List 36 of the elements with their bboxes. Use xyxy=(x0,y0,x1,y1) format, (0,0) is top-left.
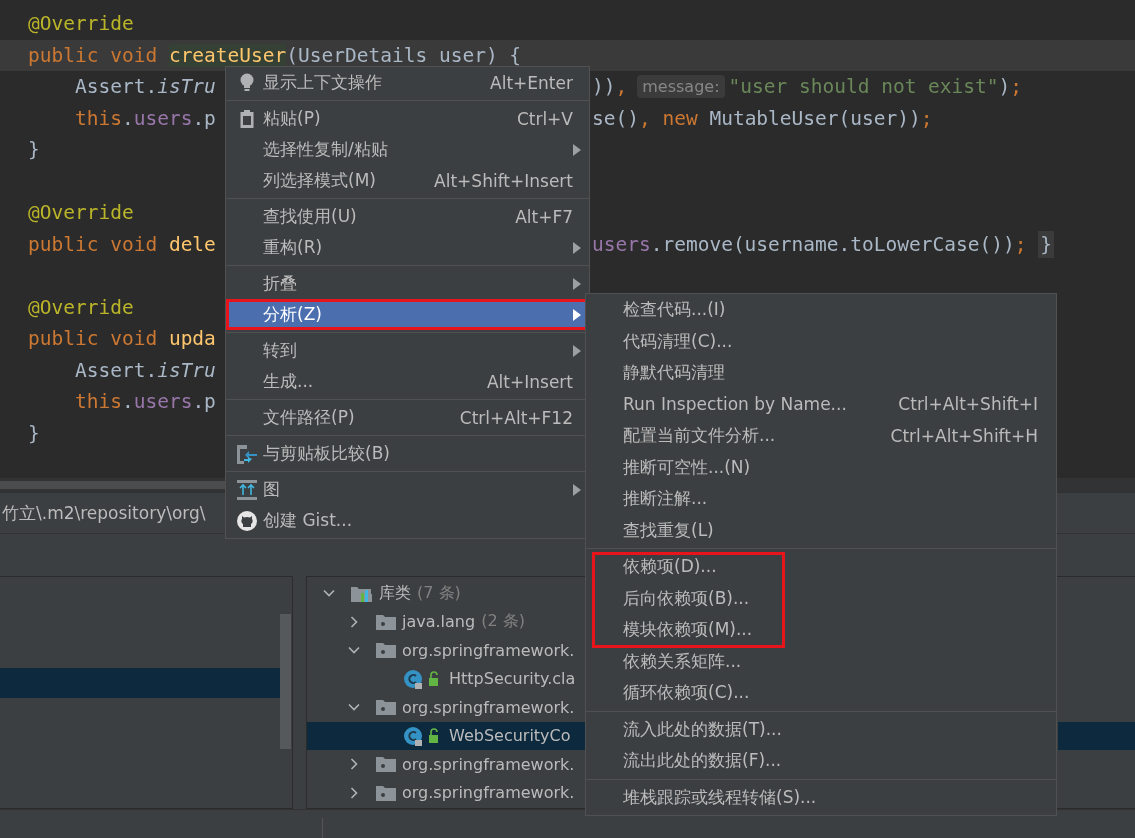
code-text: this.users.p xyxy=(73,390,216,414)
code-text: se(), new MutableUser(user)); xyxy=(592,106,933,130)
code-text: @Override xyxy=(28,295,134,319)
shortcut-label: Alt+Insert xyxy=(486,371,573,392)
tree-label: HttpSecurity.cla xyxy=(449,669,576,689)
shortcut-label: Alt+Shift+Insert xyxy=(434,170,573,191)
shortcut-label: Ctrl+Alt+Shift+H xyxy=(890,425,1038,446)
tree-label: WebSecurityCo xyxy=(449,726,571,746)
parameter-hint: message: xyxy=(637,75,725,99)
tree-label: org.springframework. xyxy=(402,783,575,803)
code-text: public void createUser(UserDetails user) { xyxy=(28,43,522,67)
tree-label: 库类 xyxy=(379,582,411,604)
code-text: )), xyxy=(592,75,628,99)
file-path: 竹立\.m2\repository\org\ xyxy=(2,501,206,525)
code-text: @Override xyxy=(28,201,134,225)
code-text: public void dele xyxy=(28,232,216,256)
code-text: Assert.isTru xyxy=(73,358,216,382)
code-text: public void upda xyxy=(28,327,216,351)
item-count: (7 条) xyxy=(417,582,461,604)
shortcut-label: Ctrl+V xyxy=(516,108,573,129)
tree-label: org.springframework. xyxy=(402,697,575,717)
tree-label: org.springframework. xyxy=(402,754,575,774)
code-text: Assert.isTru xyxy=(73,75,216,99)
code-text: this.users.p xyxy=(73,106,216,130)
code-text: @Override xyxy=(28,12,134,36)
shortcut-label: Ctrl+Alt+Shift+I xyxy=(898,394,1038,415)
tree-label: java.lang xyxy=(402,612,476,632)
shortcut-label: Ctrl+Alt+F12 xyxy=(459,407,573,428)
code-text: users.remove(username.toLowerCase()); } xyxy=(592,232,1054,256)
code-text: } xyxy=(28,421,40,445)
code-text: } xyxy=(28,138,40,162)
shortcut-label: Alt+F7 xyxy=(515,206,573,227)
shortcut-label: Alt+Enter xyxy=(490,72,573,93)
tree-label: org.springframework. xyxy=(402,640,575,660)
item-count: (2 条) xyxy=(481,611,525,633)
code-text: "user should not exist"); xyxy=(728,75,1023,99)
